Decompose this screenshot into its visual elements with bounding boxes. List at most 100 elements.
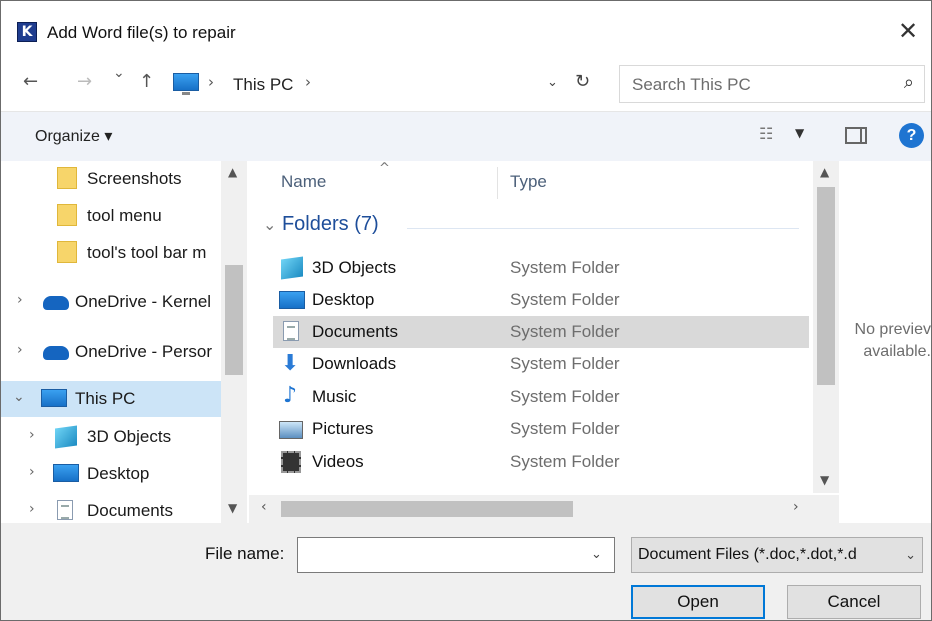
navigation-pane-scrollbar[interactable]: ▲ ▼ (221, 161, 247, 523)
expand-chevron-icon[interactable]: › (29, 464, 35, 480)
scrollbar-thumb[interactable] (225, 265, 243, 375)
expand-chevron-icon[interactable]: › (17, 292, 23, 308)
column-header-type[interactable]: Type (498, 161, 808, 201)
breadcrumb-this-pc[interactable]: This PC (233, 75, 293, 95)
breadcrumb-separator-icon[interactable]: › (208, 73, 214, 91)
list-item[interactable]: ⬇ Downloads System Folder (273, 348, 809, 380)
item-name: Pictures (312, 419, 374, 438)
collapse-chevron-icon[interactable]: ⌄ (263, 215, 276, 234)
list-item[interactable]: Pictures System Folder (273, 413, 809, 445)
videos-icon (281, 451, 301, 473)
organize-menu-button[interactable]: Organize ▾ (35, 126, 112, 146)
sidebar-item-label: 3D Objects (87, 427, 172, 446)
file-name-dropdown-chevron-icon[interactable]: ⌄ (591, 547, 602, 562)
desktop-icon (279, 291, 305, 309)
change-view-icon[interactable]: ☷ (759, 124, 773, 143)
sidebar-item-label: Desktop (87, 464, 150, 483)
scroll-left-arrow-icon[interactable]: ‹ (261, 499, 267, 515)
item-type: System Folder (510, 354, 620, 373)
pictures-icon (279, 421, 303, 439)
documents-icon (283, 321, 299, 341)
search-icon: ⌕ (903, 72, 914, 93)
forward-arrow-icon[interactable]: → (77, 71, 92, 92)
scroll-down-arrow-icon[interactable]: ▼ (820, 473, 829, 487)
list-item[interactable]: ♪ Music System Folder (273, 381, 809, 413)
item-name: Desktop (312, 290, 375, 309)
item-type: System Folder (510, 419, 620, 438)
up-arrow-icon[interactable]: ↑ (139, 71, 154, 92)
column-header-label: Type (510, 172, 547, 191)
preview-pane-icon[interactable] (845, 127, 867, 144)
sidebar-item-screenshots[interactable]: Screenshots (1, 161, 221, 197)
preview-message: No previev available. (855, 319, 931, 363)
group-divider (407, 228, 799, 229)
item-name: 3D Objects (312, 258, 397, 277)
item-type: System Folder (510, 258, 620, 277)
sidebar-item-tool-menu[interactable]: tool menu (1, 198, 221, 234)
file-type-select[interactable]: Document Files (*.doc,*.dot,*.d ⌄ (631, 537, 923, 573)
scrollbar-thumb[interactable] (817, 187, 835, 385)
folder-icon (57, 167, 77, 189)
list-item[interactable]: 3D Objects System Folder (273, 252, 809, 284)
sidebar-item-onedrive-personal[interactable]: › OneDrive - Persor (1, 334, 221, 370)
expand-chevron-icon[interactable]: › (29, 427, 35, 443)
sidebar-item-onedrive-kernel[interactable]: › OneDrive - Kernel (1, 284, 221, 320)
address-bar[interactable] (167, 67, 599, 101)
sidebar-item-desktop[interactable]: › Desktop (1, 456, 221, 492)
expand-chevron-icon[interactable]: › (29, 501, 35, 517)
cancel-button[interactable]: Cancel (787, 585, 921, 619)
sidebar-item-label: Screenshots (87, 169, 182, 188)
sidebar-item-label: OneDrive - Persor (75, 342, 212, 361)
file-type-value: Document Files (*.doc,*.dot,*.d (638, 546, 857, 563)
this-pc-icon (173, 73, 199, 95)
list-item[interactable]: Desktop System Folder (273, 284, 809, 316)
item-type: System Folder (510, 322, 620, 341)
scroll-up-arrow-icon[interactable]: ▲ (228, 165, 237, 179)
title-bar: K Add Word file(s) to repair ✕ (1, 1, 931, 59)
column-header-label: Name (281, 172, 327, 191)
sidebar-item-tools-tool-bar[interactable]: tool's tool bar m (1, 235, 221, 271)
3d-objects-icon (281, 256, 303, 280)
scrollbar-corner (813, 495, 839, 523)
column-header-name[interactable]: Name (249, 161, 497, 201)
file-list-vertical-scrollbar[interactable]: ▲ ▼ (813, 161, 839, 493)
sidebar-item-label: tool's tool bar m (87, 243, 207, 262)
dialog-footer: File name: ⌄ Document Files (*.doc,*.dot… (1, 523, 931, 620)
view-options-chevron-icon[interactable]: ▼ (795, 126, 804, 140)
scroll-up-arrow-icon[interactable]: ▲ (820, 165, 829, 179)
back-arrow-icon[interactable]: ← (23, 71, 38, 92)
sidebar-item-label: tool menu (87, 206, 162, 225)
sidebar-item-label: This PC (75, 389, 136, 408)
documents-icon (57, 500, 73, 520)
scrollbar-thumb[interactable] (281, 501, 573, 517)
breadcrumb-separator-icon[interactable]: › (305, 73, 311, 91)
sidebar-item-3d-objects[interactable]: › 3D Objects (1, 419, 221, 455)
file-name-input[interactable] (297, 537, 615, 573)
chevron-down-icon[interactable]: ⌄ (905, 548, 916, 563)
file-name-label: File name: (205, 544, 285, 563)
list-item[interactable]: Documents System Folder (273, 316, 809, 348)
sidebar-item-label: OneDrive - Kernel (75, 292, 212, 311)
scroll-down-arrow-icon[interactable]: ▼ (228, 501, 237, 515)
sidebar-item-documents[interactable]: › Documents (1, 493, 221, 523)
sidebar-item-label: Documents (87, 501, 173, 520)
recent-locations-chevron-icon[interactable]: ⌄ (113, 65, 125, 81)
expand-chevron-icon[interactable]: › (17, 342, 23, 358)
group-header-folders[interactable]: ⌄ Folders (7) (263, 213, 379, 236)
item-name: Videos (312, 452, 364, 471)
scroll-right-arrow-icon[interactable]: › (793, 499, 799, 515)
address-dropdown-chevron-icon[interactable]: ⌄ (547, 75, 558, 90)
dialog-title: Add Word file(s) to repair (47, 23, 236, 42)
sidebar-item-this-pc[interactable]: ⌄ This PC (1, 381, 221, 417)
collapse-chevron-icon[interactable]: ⌄ (13, 389, 25, 405)
search-input[interactable]: Search This PC ⌕ (619, 65, 925, 103)
list-item[interactable]: Videos System Folder (273, 446, 809, 478)
help-icon[interactable]: ? (899, 123, 924, 148)
onedrive-icon (43, 346, 69, 360)
file-list-horizontal-scrollbar[interactable]: ‹ › (249, 495, 813, 523)
music-icon: ♪ (283, 383, 298, 408)
refresh-icon[interactable]: ↻ (575, 71, 590, 92)
item-name: Music (312, 387, 357, 406)
open-button[interactable]: Open (631, 585, 765, 619)
close-button[interactable]: ✕ (885, 11, 931, 51)
